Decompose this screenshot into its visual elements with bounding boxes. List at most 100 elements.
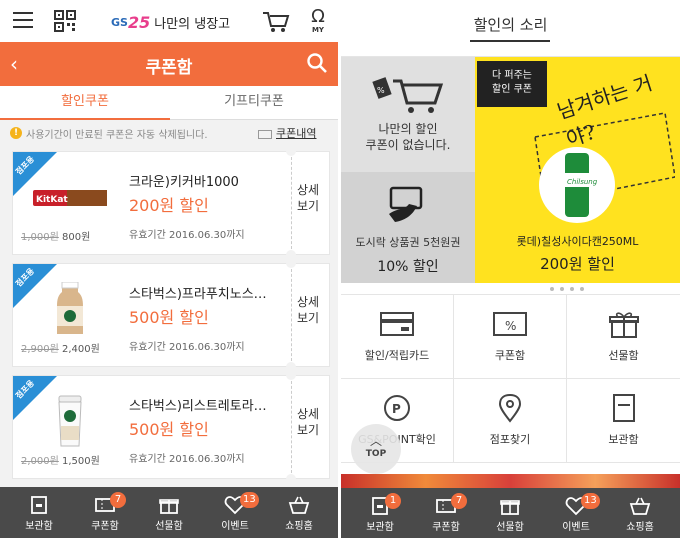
nav-label: 쇼핑홈	[626, 522, 654, 533]
gs25-logo[interactable]: GS 25 나만의 냉장고	[111, 12, 230, 32]
my-coupon-text: 나만의 할인 쿠폰이 없습니다.	[341, 121, 475, 153]
menu-gift[interactable]: 선물함	[567, 295, 680, 379]
price: 2,900원 2,400원	[21, 340, 100, 355]
location-pin-icon	[498, 393, 522, 423]
nav-shopping-home[interactable]: 쇼핑홈	[609, 488, 671, 538]
product-image	[58, 395, 82, 447]
expiry-date: 유효기간 2016.06.30까지	[129, 230, 245, 241]
ticket-icon	[258, 129, 272, 139]
carousel-dot[interactable]	[570, 287, 574, 291]
page-title: 쿠폰함	[145, 58, 193, 78]
coupon-box-screen: GS 25 나만의 냉장고 Ω MY ‹ 쿠폰함 할인쿠폰 기프티쿠폰 ! 사용기…	[0, 0, 338, 538]
coupon-history-label: 쿠폰내역	[276, 127, 317, 140]
product-image	[57, 282, 83, 334]
product-image: KitKat	[33, 190, 107, 206]
nav-shopping-home[interactable]: 쇼핑홈	[268, 487, 330, 538]
nav-label: 이벤트	[221, 521, 249, 532]
expiry-date: 유효기간 2016.06.30까지	[129, 342, 245, 353]
nav-gift[interactable]: 선물함	[138, 487, 200, 538]
notification-badge: 13	[581, 493, 600, 509]
my-page-button[interactable]: Ω MY	[306, 8, 330, 36]
nav-label: 선물함	[496, 522, 524, 533]
tab-gifticon[interactable]: 기프티쿠폰	[170, 86, 338, 120]
menu-coupon[interactable]: % 쿠폰함	[454, 295, 567, 379]
product-name: 스타벅스)리스트레토라…	[129, 399, 267, 414]
detail-button[interactable]: 상세보기	[297, 182, 325, 214]
menu-label: 점포찾기	[489, 433, 531, 446]
carousel-dot[interactable]	[560, 287, 564, 291]
shopping-bag-icon	[288, 496, 310, 514]
menu-store-finder[interactable]: 점포찾기	[454, 379, 567, 463]
my-icon: Ω	[311, 6, 325, 27]
logo-gs: GS	[111, 15, 128, 29]
notch-top	[286, 370, 296, 380]
discount-sound-screen: 할인의 소리 % 나만의 할인 쿠폰이 없습니다. 도시락 상품권 5천원권 10…	[341, 0, 680, 538]
nav-storage[interactable]: 보관함 1	[349, 488, 411, 538]
menu-label: 할인/적립카드	[364, 349, 430, 362]
carousel-dot-active[interactable]	[590, 282, 598, 291]
coupon-divider	[291, 376, 292, 478]
nav-event[interactable]: 이벤트 13	[545, 488, 607, 538]
app-header: GS 25 나만의 냉장고 Ω MY	[0, 0, 338, 42]
lunchbox-voucher-tile[interactable]: 도시락 상품권 5천원권 10% 할인	[341, 172, 475, 283]
carousel-dot[interactable]	[580, 287, 584, 291]
price: 1,000원 800원	[21, 228, 90, 243]
discounted-price: 2,400원	[62, 344, 100, 355]
info-icon: !	[10, 127, 22, 139]
gift-icon	[159, 499, 179, 514]
nav-storage[interactable]: 보관함	[8, 487, 70, 538]
bottom-nav: 보관함 1 쿠폰함 7 선물함 이벤트 13 쇼핑홈	[341, 488, 680, 538]
my-coupon-line1: 나만의 할인	[378, 122, 438, 136]
qr-code-icon[interactable]	[54, 10, 76, 32]
menu-card[interactable]: 할인/적립카드	[341, 295, 454, 379]
page-title: 할인의 소리	[473, 16, 548, 34]
coupon-history-link[interactable]: 쿠폰내역	[258, 125, 316, 141]
chevron-up-icon: ︿	[369, 434, 382, 448]
point-icon: P	[384, 395, 410, 421]
coupon-card[interactable]: 점포용 KitKat 1,000원 800원 크라운)키커바1000 200원 …	[12, 146, 330, 260]
featured-coupon-banner[interactable]: 다 퍼주는 할인 쿠폰 남겨하는 거야? Chilsung 롯데)칠성사이다캔25…	[475, 57, 680, 283]
promo-banner-strip[interactable]	[341, 474, 680, 488]
search-icon[interactable]	[306, 52, 328, 74]
nav-event[interactable]: 이벤트 13	[204, 487, 266, 538]
menu-storage[interactable]: 보관함	[567, 379, 680, 463]
notch-top	[286, 146, 296, 156]
product-can-image: Chilsung	[539, 147, 615, 223]
original-price: 2,000원	[21, 456, 59, 467]
original-price: 2,900원	[21, 344, 59, 355]
top-label: TOP	[365, 449, 387, 459]
svg-text:%: %	[377, 86, 385, 95]
expiry-notice: ! 사용기간이 만료된 쿠폰은 자동 삭제됩니다. 쿠폰내역	[0, 120, 338, 146]
card-icon	[380, 312, 414, 336]
gift-icon	[608, 312, 639, 338]
notification-badge: 1	[385, 493, 401, 509]
logo-25: 25	[127, 12, 151, 32]
detail-button[interactable]: 상세보기	[297, 406, 325, 438]
carousel-dots	[547, 276, 601, 295]
notification-badge: 7	[110, 492, 126, 508]
product-name: 스타벅스)프라푸치노스…	[129, 287, 267, 302]
svg-text:%: %	[505, 319, 516, 333]
menu-icon[interactable]	[13, 12, 33, 30]
nav-label: 쿠폰함	[91, 521, 119, 532]
nav-gift[interactable]: 선물함	[479, 488, 541, 538]
nav-coupon[interactable]: 쿠폰함 7	[415, 488, 477, 538]
shopping-bag-icon	[629, 497, 651, 515]
storage-box-icon	[612, 394, 635, 422]
storage-icon	[31, 496, 47, 514]
carousel-dot[interactable]	[550, 287, 554, 291]
featured-product-name: 롯데)칠성사이다캔250ML	[516, 235, 639, 248]
detail-button[interactable]: 상세보기	[297, 294, 325, 326]
nav-label: 보관함	[25, 521, 53, 532]
nav-label: 이벤트	[562, 522, 590, 533]
scroll-top-button[interactable]: ︿ TOP	[351, 424, 401, 474]
nav-coupon[interactable]: 쿠폰함 7	[74, 487, 136, 538]
tab-discount-coupon[interactable]: 할인쿠폰	[0, 86, 170, 120]
nav-label: 보관함	[366, 522, 394, 533]
coupon-card[interactable]: 점포용 2,900원 2,400원 스타벅스)프라푸치노스… 500원 할인 유…	[12, 258, 330, 372]
logo-text: 나만의 냉장고	[154, 16, 231, 32]
speech-line2: 할인 쿠폰	[492, 84, 532, 95]
my-coupon-tile[interactable]: % 나만의 할인 쿠폰이 없습니다.	[341, 57, 475, 172]
coupon-card[interactable]: 점포용 2,000원 1,500원 스타벅스)리스트레토라… 500원 할인 유…	[12, 370, 330, 484]
cart-icon[interactable]	[262, 10, 290, 34]
